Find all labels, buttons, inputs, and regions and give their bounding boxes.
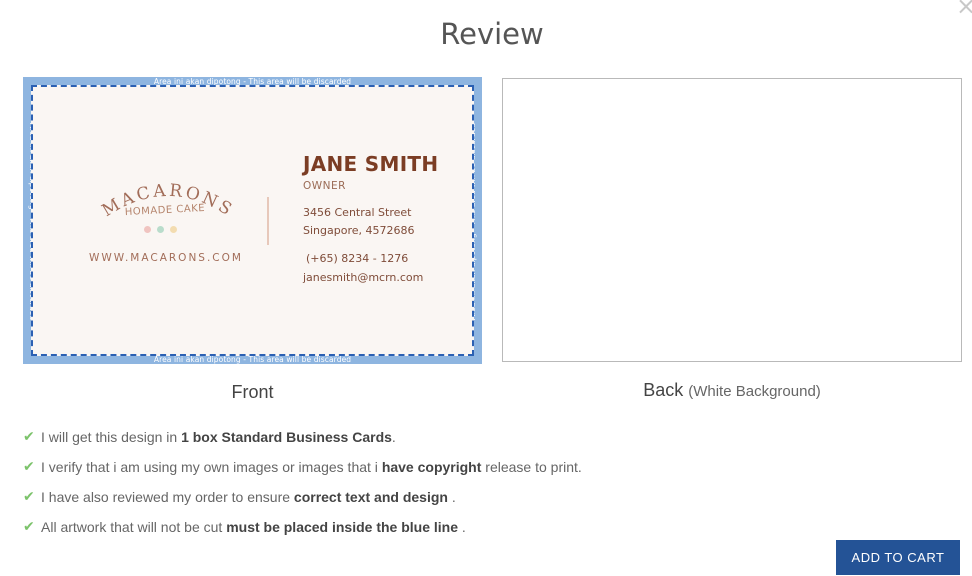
checkmark-icon: ✔ bbox=[23, 429, 35, 445]
checklist-text-plain: release to print. bbox=[481, 459, 582, 475]
checklist-item: ✔ I verify that i am using my own images… bbox=[23, 452, 582, 482]
checklist-text: I will get this design in 1 box Standard… bbox=[41, 429, 396, 445]
checklist-text-plain: I have also reviewed my order to ensure bbox=[41, 489, 294, 505]
checklist-text-plain: . bbox=[447, 489, 456, 505]
back-label-title: Back bbox=[643, 380, 684, 400]
review-checklist: ✔ I will get this design in 1 box Standa… bbox=[23, 422, 582, 542]
checklist-text-plain: I verify that i am using my own images o… bbox=[41, 459, 382, 475]
checklist-text-plain: . bbox=[391, 429, 396, 445]
close-icon[interactable]: × bbox=[956, 0, 972, 18]
checklist-text-plain: All artwork that will not be cut bbox=[41, 519, 227, 535]
front-preview: Area ini akan dipotong - This area will … bbox=[23, 77, 482, 364]
checklist-text: All artwork that will not be cut must be… bbox=[41, 519, 466, 535]
checkmark-icon: ✔ bbox=[23, 459, 35, 475]
checkmark-icon: ✔ bbox=[23, 519, 35, 535]
add-to-cart-button[interactable]: ADD TO CART bbox=[836, 540, 960, 575]
checklist-text-bold: must be placed inside the blue line bbox=[226, 519, 459, 535]
back-label: Back (White Background) bbox=[502, 380, 962, 401]
front-label: Front bbox=[231, 382, 274, 402]
checklist-text-bold: have copyright bbox=[381, 459, 482, 475]
checklist-item: ✔ I will get this design in 1 box Standa… bbox=[23, 422, 582, 452]
back-preview bbox=[502, 78, 962, 362]
checklist-item: ✔ I have also reviewed my order to ensur… bbox=[23, 482, 582, 512]
checklist-text-plain: I will get this design in bbox=[41, 429, 182, 445]
checklist-item: ✔ All artwork that will not be cut must … bbox=[23, 512, 582, 542]
checklist-text-plain: . bbox=[458, 519, 466, 535]
checklist-text-bold: 1 box Standard Business Cards bbox=[181, 429, 392, 445]
modal-title: Review bbox=[440, 17, 544, 51]
checklist-text: I verify that i am using my own images o… bbox=[41, 459, 582, 475]
checklist-text-bold: correct text and design bbox=[293, 489, 448, 505]
back-label-note: (White Background) bbox=[688, 383, 821, 400]
cut-line bbox=[31, 85, 474, 356]
checklist-text: I have also reviewed my order to ensure … bbox=[41, 489, 456, 505]
checkmark-icon: ✔ bbox=[23, 489, 35, 505]
bleed-notice-bottom: Area ini akan dipotong - This area will … bbox=[153, 355, 352, 364]
